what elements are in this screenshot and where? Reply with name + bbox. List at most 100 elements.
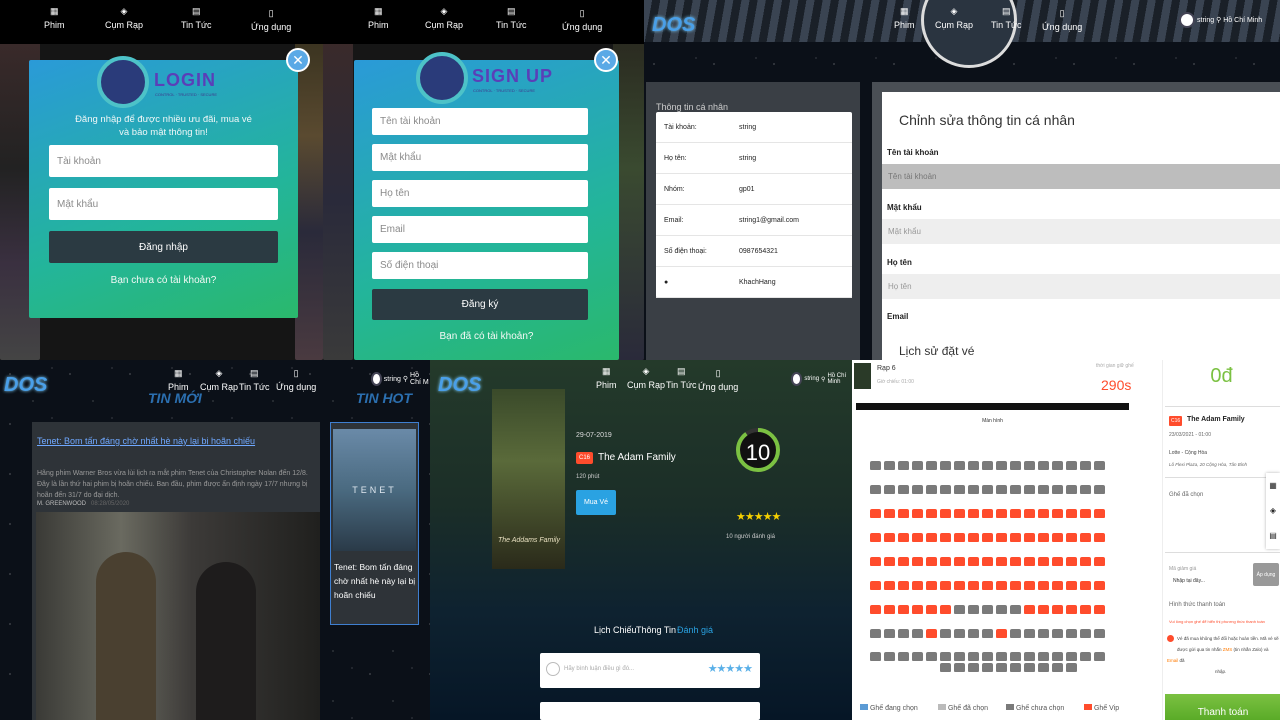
seat[interactable] (1052, 605, 1063, 614)
seat[interactable] (982, 629, 993, 638)
nav-ungdung[interactable]: ▯ Ứng dụng (251, 8, 291, 32)
seat[interactable] (912, 485, 923, 494)
seat[interactable] (968, 461, 979, 470)
seat[interactable] (1010, 461, 1021, 470)
seat[interactable] (954, 652, 965, 661)
seat[interactable] (1052, 533, 1063, 542)
nav-cumrap[interactable]: ◈ Cụm Rạp (935, 6, 973, 30)
nav-ungdung[interactable]: ▯ Ứng dụng (698, 368, 738, 392)
seat[interactable] (1080, 652, 1091, 661)
signup-username-input[interactable]: Tên tài khoản (372, 108, 588, 135)
seat[interactable] (996, 509, 1007, 518)
seat[interactable] (898, 581, 909, 590)
seat[interactable] (940, 629, 951, 638)
seat[interactable] (1094, 509, 1105, 518)
tab-thongtin[interactable]: Thông Tin (636, 625, 676, 635)
seat[interactable] (1066, 557, 1077, 566)
seat[interactable] (940, 509, 951, 518)
seat[interactable] (870, 652, 881, 661)
user-menu[interactable]: string ⚲ Hồ Chí M (371, 372, 430, 386)
seat[interactable] (1066, 533, 1077, 542)
signup-button[interactable]: Đăng ký (372, 289, 588, 320)
seat[interactable] (954, 533, 965, 542)
close-icon[interactable]: ✕ (286, 48, 310, 72)
nav-cumrap[interactable]: ◈ Cụm Rạp (627, 366, 665, 390)
seat[interactable] (1038, 557, 1049, 566)
buy-ticket-button[interactable]: Mua Vé (576, 490, 616, 515)
seat[interactable] (870, 557, 881, 566)
seat[interactable] (1024, 509, 1035, 518)
seat[interactable] (1080, 605, 1091, 614)
seat[interactable] (1038, 509, 1049, 518)
seat[interactable] (912, 509, 923, 518)
signup-fullname-input[interactable]: Họ tên (372, 180, 588, 207)
seat[interactable] (1038, 652, 1049, 661)
seat[interactable] (954, 663, 965, 672)
signup-email-input[interactable]: Email (372, 216, 588, 243)
username-field[interactable]: Tên tài khoản (882, 164, 1280, 189)
seat[interactable] (1010, 581, 1021, 590)
seat[interactable] (912, 461, 923, 470)
seat[interactable] (940, 461, 951, 470)
seat[interactable] (884, 581, 895, 590)
seat[interactable] (884, 533, 895, 542)
nav-phim[interactable]: ▦ Phim (168, 368, 189, 392)
seat[interactable] (982, 509, 993, 518)
seat[interactable] (912, 629, 923, 638)
login-link[interactable]: Bạn đã có tài khoản? (354, 331, 619, 342)
seat[interactable] (982, 485, 993, 494)
seat[interactable] (1094, 581, 1105, 590)
seat[interactable] (1080, 533, 1091, 542)
seat[interactable] (1080, 485, 1091, 494)
seat[interactable] (1024, 485, 1035, 494)
seat[interactable] (884, 509, 895, 518)
seat[interactable] (1080, 629, 1091, 638)
seat[interactable] (1066, 605, 1077, 614)
seat[interactable] (1066, 509, 1077, 518)
seat[interactable] (940, 663, 951, 672)
tab-lichchieu[interactable]: Lịch Chiếu (594, 625, 637, 635)
seat[interactable] (1094, 652, 1105, 661)
seat[interactable] (1094, 605, 1105, 614)
pay-button[interactable]: Thanh toán (1165, 694, 1280, 720)
seat[interactable] (1010, 557, 1021, 566)
seat[interactable] (968, 605, 979, 614)
seat[interactable] (870, 581, 881, 590)
seat[interactable] (940, 581, 951, 590)
seat[interactable] (940, 485, 951, 494)
apply-discount-button[interactable]: Áp dụng (1253, 563, 1279, 586)
seat[interactable] (926, 652, 937, 661)
seat[interactable] (1080, 581, 1091, 590)
login-button[interactable]: Đăng nhập (49, 231, 278, 263)
seat[interactable] (1080, 557, 1091, 566)
seat[interactable] (912, 652, 923, 661)
seat[interactable] (884, 485, 895, 494)
seat[interactable] (996, 663, 1007, 672)
seat[interactable] (1052, 663, 1063, 672)
nav-cumrap[interactable]: ◈ Cụm Rạp (200, 368, 238, 392)
nav-tintuc[interactable]: ▤ Tin Tức (181, 6, 212, 30)
seat[interactable] (996, 461, 1007, 470)
seat[interactable] (968, 557, 979, 566)
seat[interactable] (1066, 629, 1077, 638)
seat[interactable] (968, 629, 979, 638)
seat[interactable] (870, 461, 881, 470)
tab-danhgia[interactable]: Đánh giá (677, 625, 713, 635)
seat[interactable] (912, 605, 923, 614)
seat[interactable] (926, 485, 937, 494)
seat[interactable] (982, 652, 993, 661)
seat[interactable] (940, 605, 951, 614)
seat[interactable] (954, 557, 965, 566)
signup-phone-input[interactable]: Số điện thoại (372, 252, 588, 279)
seat[interactable] (1024, 652, 1035, 661)
nav-cumrap[interactable]: ◈ Cụm Rạp (425, 6, 463, 30)
seat[interactable] (912, 557, 923, 566)
seat[interactable] (870, 509, 881, 518)
seat[interactable] (1066, 461, 1077, 470)
seat[interactable] (1010, 509, 1021, 518)
seat[interactable] (982, 533, 993, 542)
news-icon[interactable]: ▤ (1266, 523, 1280, 548)
seat[interactable] (1024, 605, 1035, 614)
nav-tintuc[interactable]: ▤ Tin Tức (239, 368, 270, 392)
seat[interactable] (1038, 485, 1049, 494)
